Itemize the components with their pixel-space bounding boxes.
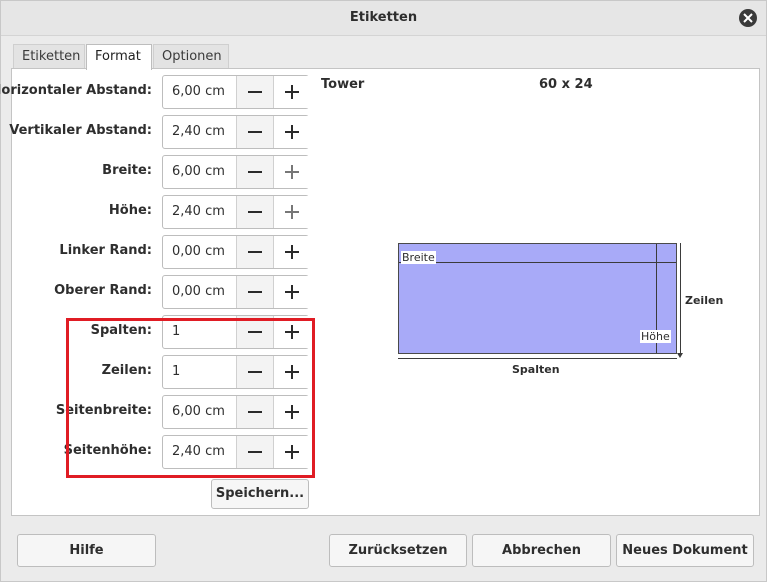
horizontal-spacing-stepper[interactable]: 6,00 cm [162, 75, 309, 109]
decrement-button[interactable] [236, 196, 273, 228]
decrement-button[interactable] [236, 316, 273, 348]
label-type: 60 x 24 [539, 77, 593, 92]
page-height-value[interactable]: 2,40 cm [172, 444, 225, 459]
preview-height-label: Höhe [640, 330, 671, 343]
left-margin-label: Linker Rand: [59, 243, 152, 258]
field-row-top-margin: Oberer Rand: [12, 275, 152, 309]
top-margin-stepper[interactable]: 0,00 cm [162, 275, 309, 309]
tab-optionen[interactable]: Optionen [153, 44, 229, 69]
label-preview: Breite Höhe [398, 243, 677, 354]
increment-button[interactable] [273, 396, 309, 428]
page-width-label: Seitenbreite: [55, 403, 152, 418]
label-brand: Tower [321, 77, 365, 92]
decrement-button[interactable] [236, 116, 273, 148]
tab-format[interactable]: Format [86, 44, 152, 70]
labels-dialog: Etiketten Etiketten Format Optionen Hori… [0, 0, 767, 582]
rows-label: Zeilen: [101, 363, 152, 378]
title-bar: Etiketten [1, 1, 766, 36]
field-row-rows: Zeilen: [12, 355, 152, 389]
page-width-stepper[interactable]: 6,00 cm [162, 395, 309, 429]
increment-button[interactable] [273, 436, 309, 468]
decrement-button[interactable] [236, 356, 273, 388]
increment-button[interactable] [273, 116, 309, 148]
dialog-title: Etiketten [349, 10, 418, 25]
decrement-button[interactable] [236, 76, 273, 108]
close-button[interactable] [739, 9, 757, 27]
increment-button[interactable] [273, 236, 309, 268]
page-width-value[interactable]: 6,00 cm [172, 404, 225, 419]
page-height-stepper[interactable]: 2,40 cm [162, 435, 309, 469]
increment-button[interactable] [273, 276, 309, 308]
field-row-columns: Spalten: [12, 315, 152, 349]
increment-button[interactable] [273, 156, 309, 188]
columns-value[interactable]: 1 [172, 324, 180, 339]
increment-button[interactable] [273, 316, 309, 348]
height-stepper[interactable]: 2,40 cm [162, 195, 309, 229]
height-value[interactable]: 2,40 cm [172, 204, 225, 219]
left-margin-stepper[interactable]: 0,00 cm [162, 235, 309, 269]
rows-stepper[interactable]: 1 [162, 355, 309, 389]
rows-value[interactable]: 1 [172, 364, 180, 379]
field-row-left-margin: Linker Rand: [12, 235, 152, 269]
width-label: Breite: [102, 163, 152, 178]
field-row-page-width: Seitenbreite: [12, 395, 152, 429]
vertical-spacing-label: Vertikaler Abstand: [9, 123, 152, 138]
cancel-button[interactable]: Abbrechen [472, 534, 611, 567]
preview-columns-label: Spalten [512, 363, 560, 376]
vertical-spacing-value[interactable]: 2,40 cm [172, 124, 225, 139]
decrement-button[interactable] [236, 276, 273, 308]
increment-button[interactable] [273, 356, 309, 388]
preview-width-label: Breite [401, 251, 436, 264]
decrement-button[interactable] [236, 436, 273, 468]
decrement-button[interactable] [236, 396, 273, 428]
field-row-horizontal-spacing: Horizontaler Abstand: [0, 75, 152, 109]
width-value[interactable]: 6,00 cm [172, 164, 225, 179]
vertical-spacing-stepper[interactable]: 2,40 cm [162, 115, 309, 149]
horizontal-spacing-value[interactable]: 6,00 cm [172, 84, 225, 99]
save-button[interactable]: Speichern... [211, 479, 309, 509]
height-label: Höhe: [108, 203, 152, 218]
increment-button[interactable] [273, 76, 309, 108]
columns-arrow [398, 358, 677, 359]
decrement-button[interactable] [236, 156, 273, 188]
field-row-height: Höhe: [12, 195, 152, 229]
width-stepper[interactable]: 6,00 cm [162, 155, 309, 189]
field-row-vertical-spacing: Vertikaler Abstand: [9, 115, 152, 149]
top-margin-label: Oberer Rand: [54, 283, 152, 298]
columns-label: Spalten: [90, 323, 152, 338]
decrement-button[interactable] [236, 236, 273, 268]
field-row-width: Breite: [12, 155, 152, 189]
field-row-page-height: Seitenhöhe: [12, 435, 152, 469]
new-document-button[interactable]: Neues Dokument [616, 534, 754, 567]
horizontal-spacing-label: Horizontaler Abstand: [0, 83, 152, 98]
left-margin-value[interactable]: 0,00 cm [172, 244, 225, 259]
page-height-label: Seitenhöhe: [63, 443, 152, 458]
tab-etiketten[interactable]: Etiketten [13, 44, 85, 69]
reset-button[interactable]: Zurücksetzen [329, 534, 467, 567]
rows-arrow [677, 243, 683, 358]
columns-stepper[interactable]: 1 [162, 315, 309, 349]
width-guide-line [399, 262, 676, 263]
format-panel: Horizontaler Abstand: 6,00 cm Vertikaler… [0, 68, 760, 516]
top-margin-value[interactable]: 0,00 cm [172, 284, 225, 299]
preview-rows-label: Zeilen [685, 294, 724, 307]
help-button[interactable]: Hilfe [17, 534, 156, 567]
close-icon [743, 13, 753, 23]
increment-button[interactable] [273, 196, 309, 228]
